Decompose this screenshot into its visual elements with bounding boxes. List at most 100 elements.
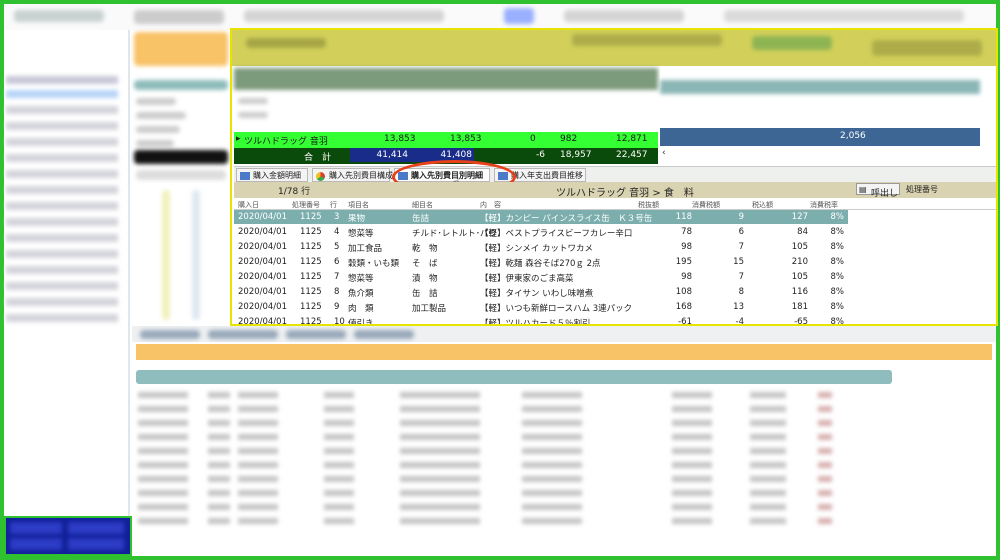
lower-row-cell xyxy=(818,476,832,482)
lower-row-cell xyxy=(750,518,786,524)
lower-row-cell xyxy=(324,490,354,496)
top-toolbar xyxy=(4,4,996,30)
footer-cell[interactable] xyxy=(10,538,62,550)
lower-row-cell xyxy=(672,518,712,524)
lower-row-cell xyxy=(400,434,480,440)
lower-row-cell xyxy=(208,504,230,510)
lower-row-cell xyxy=(750,504,786,510)
lower-row-cell xyxy=(750,462,786,468)
lower-row-cell xyxy=(238,518,278,524)
lower-row-cell xyxy=(324,406,354,412)
secondary-panel xyxy=(132,30,232,326)
sidebar-item[interactable] xyxy=(6,250,118,258)
sidebar-item[interactable] xyxy=(6,266,118,274)
lower-row-cell xyxy=(238,406,278,412)
sidebar-item[interactable] xyxy=(6,170,118,178)
sidebar-item[interactable] xyxy=(6,218,118,226)
lower-row-cell xyxy=(672,406,712,412)
lower-row-cell xyxy=(750,490,786,496)
lower-row-cell xyxy=(208,392,230,398)
toolbar-blurred xyxy=(564,10,684,22)
sidebar-item-selected[interactable] xyxy=(6,90,118,98)
sidebar-item[interactable] xyxy=(6,138,118,146)
lower-row-cell xyxy=(818,420,832,426)
panel-row xyxy=(136,112,186,119)
lower-row-cell xyxy=(324,392,354,398)
footer-cell[interactable] xyxy=(68,522,124,534)
lower-row-cell xyxy=(750,476,786,482)
footer-cell[interactable] xyxy=(10,522,62,534)
panel-row xyxy=(134,80,228,90)
lower-row-cell xyxy=(324,448,354,454)
toolbar-blurred xyxy=(244,10,444,22)
toolbar-blurred xyxy=(724,10,964,22)
lower-row-cell xyxy=(672,504,712,510)
lower-row-cell xyxy=(208,518,230,524)
lower-row-cell xyxy=(138,476,188,482)
lower-row-cell xyxy=(672,392,712,398)
footer-cell[interactable] xyxy=(68,538,124,550)
lower-row-cell xyxy=(208,490,230,496)
sidebar-item[interactable] xyxy=(6,122,118,130)
lower-row-cell xyxy=(818,434,832,440)
lower-row-cell xyxy=(238,392,278,398)
toolbar-blurred xyxy=(134,10,224,24)
panel-header xyxy=(134,32,228,66)
sidebar-item[interactable] xyxy=(6,298,118,306)
sidebar-item[interactable] xyxy=(6,234,118,242)
lower-row-cell xyxy=(672,434,712,440)
lower-row-cell xyxy=(750,434,786,440)
lower-row-cell xyxy=(238,504,278,510)
lower-row-cell xyxy=(672,476,712,482)
lower-row-cell xyxy=(818,462,832,468)
lower-row-cell xyxy=(138,504,188,510)
lower-row-cell xyxy=(324,434,354,440)
lower-row-cell xyxy=(672,420,712,426)
lower-row-cell xyxy=(522,448,582,454)
sidebar-item[interactable] xyxy=(6,154,118,162)
lower-row-cell xyxy=(138,462,188,468)
lower-row-cell xyxy=(400,448,480,454)
lower-row-cell xyxy=(324,420,354,426)
panel-tree xyxy=(162,190,170,320)
lower-header-band xyxy=(136,344,992,360)
lower-row-cell xyxy=(324,504,354,510)
lower-row-cell xyxy=(400,476,480,482)
lower-row-cell xyxy=(324,518,354,524)
lower-row-cell xyxy=(400,462,480,468)
lower-row-cell xyxy=(208,448,230,454)
lower-row-cell xyxy=(672,448,712,454)
lower-tab[interactable] xyxy=(208,330,278,339)
lower-row-cell xyxy=(324,476,354,482)
panel-row xyxy=(136,170,226,180)
sidebar-item[interactable] xyxy=(6,202,118,210)
lower-row-cell xyxy=(238,434,278,440)
lower-tab[interactable] xyxy=(354,330,414,339)
sidebar-item[interactable] xyxy=(6,186,118,194)
lower-row-cell xyxy=(138,490,188,496)
lower-row-cell xyxy=(818,448,832,454)
lower-row-cell xyxy=(750,448,786,454)
lower-row-cell xyxy=(208,476,230,482)
lower-tab[interactable] xyxy=(140,330,200,339)
lower-row-cell xyxy=(138,434,188,440)
lower-row-cell xyxy=(522,504,582,510)
sidebar-item[interactable] xyxy=(6,282,118,290)
lower-tab[interactable] xyxy=(286,330,346,339)
sidebar-item[interactable] xyxy=(6,76,118,84)
lower-row-cell xyxy=(522,392,582,398)
toolbar-button[interactable] xyxy=(504,8,534,24)
panel-dark-row xyxy=(134,150,228,164)
lower-row-cell xyxy=(138,518,188,524)
lower-row-cell xyxy=(138,420,188,426)
lower-column-header xyxy=(136,370,892,384)
lower-row-cell xyxy=(818,392,832,398)
sidebar-footer xyxy=(4,516,132,556)
toolbar-blurred xyxy=(14,10,104,22)
sidebar-item[interactable] xyxy=(6,314,118,322)
lower-row-cell xyxy=(672,490,712,496)
lower-row-cell xyxy=(238,476,278,482)
sidebar-item[interactable] xyxy=(6,106,118,114)
lower-row-cell xyxy=(818,504,832,510)
lower-row-cell xyxy=(138,448,188,454)
